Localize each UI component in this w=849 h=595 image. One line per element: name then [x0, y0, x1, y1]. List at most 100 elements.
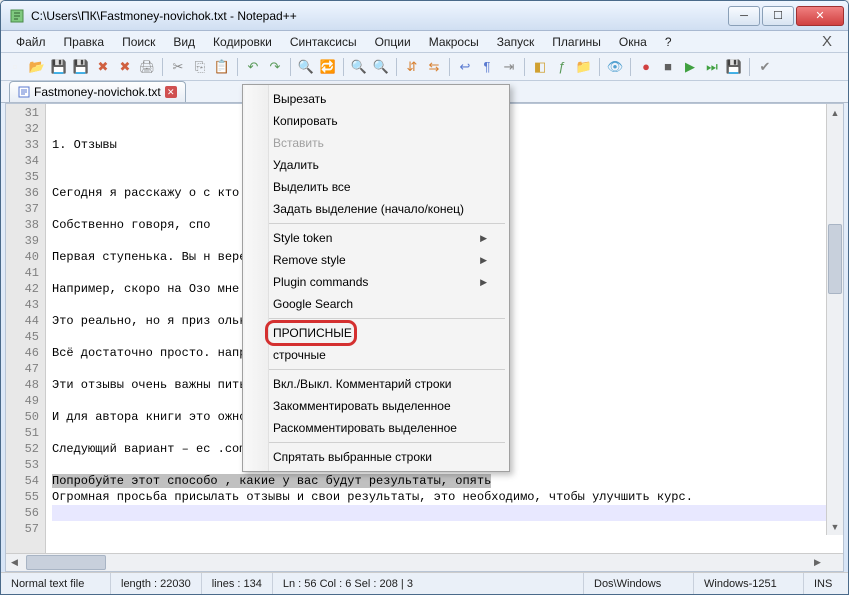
menu-run[interactable]: Запуск — [488, 32, 544, 52]
new-file-icon[interactable]: ▫ — [5, 57, 25, 77]
ctx-строчные[interactable]: строчные — [245, 344, 507, 366]
vertical-scrollbar[interactable]: ▲ ▼ — [826, 104, 843, 535]
ctx-удалить[interactable]: Удалить — [245, 154, 507, 176]
zoom-in-icon[interactable]: 🔍 — [349, 57, 369, 77]
toolbar: ▫📂💾💾✖✖🖨✂⎘📋↶↷🔍🔁🔍🔍⇵⇆↩¶⇥◧ƒ📁👁●■▶⏭💾✔ — [1, 53, 848, 81]
ctx-separator — [247, 223, 505, 224]
minimize-button[interactable]: ─ — [728, 6, 760, 26]
line-number: 35 — [6, 169, 39, 185]
paste-icon[interactable]: 📋 — [212, 57, 232, 77]
zoom-out-icon[interactable]: 🔍 — [371, 57, 391, 77]
ctx-закомментировать-выделенное[interactable]: Закомментировать выделенное — [245, 395, 507, 417]
line-number-gutter: 3132333435363738394041424344454647484950… — [6, 104, 46, 553]
menu-encoding[interactable]: Кодировки — [204, 32, 281, 52]
line-number: 37 — [6, 201, 39, 217]
app-window: C:\Users\ПК\Fastmoney-novichok.txt - Not… — [0, 0, 849, 595]
play-icon[interactable]: ▶ — [680, 57, 700, 77]
maximize-button[interactable]: ☐ — [762, 6, 794, 26]
line-number: 41 — [6, 265, 39, 281]
indent-icon[interactable]: ⇥ — [499, 57, 519, 77]
lang-icon[interactable]: ◧ — [530, 57, 550, 77]
open-file-icon[interactable]: 📂 — [27, 57, 47, 77]
menu-search[interactable]: Поиск — [113, 32, 164, 52]
line-number: 51 — [6, 425, 39, 441]
ctx-вырезать[interactable]: Вырезать — [245, 88, 507, 110]
close-icon[interactable]: ✖ — [93, 57, 113, 77]
cut-icon[interactable]: ✂ — [168, 57, 188, 77]
save-icon[interactable]: 💾 — [49, 57, 69, 77]
print-icon[interactable]: 🖨 — [137, 57, 157, 77]
menu-view[interactable]: Вид — [164, 32, 204, 52]
undo-icon[interactable]: ↶ — [243, 57, 263, 77]
ctx-item-label: Спрятать выбранные строки — [273, 450, 432, 464]
menu-plugins[interactable]: Плагины — [543, 32, 610, 52]
ctx-remove-style[interactable]: Remove style▶ — [245, 249, 507, 271]
menu-settings[interactable]: Опции — [366, 32, 420, 52]
ctx-style-token[interactable]: Style token ▶ — [245, 227, 507, 249]
ctx-item-label: Plugin commands — [273, 275, 368, 289]
line-number: 49 — [6, 393, 39, 409]
ctx-выделить-все[interactable]: Выделить все — [245, 176, 507, 198]
find-icon[interactable]: 🔍 — [296, 57, 316, 77]
copy-icon[interactable]: ⎘ — [190, 57, 210, 77]
menu-window[interactable]: Окна — [610, 32, 656, 52]
line-number: 44 — [6, 313, 39, 329]
close-all-icon[interactable]: ✖ — [115, 57, 135, 77]
spellcheck-icon[interactable]: ✔ — [755, 57, 775, 77]
tab-active[interactable]: Fastmoney-novichok.txt ✕ — [9, 81, 186, 102]
close-window-button[interactable]: ✕ — [796, 6, 844, 26]
horizontal-scrollbar[interactable]: ◀ ▶ — [6, 553, 843, 571]
line-number: 34 — [6, 153, 39, 169]
scroll-left-icon[interactable]: ◀ — [6, 554, 23, 571]
monitor-icon[interactable]: 👁 — [605, 57, 625, 77]
line-number: 36 — [6, 185, 39, 201]
titlebar[interactable]: C:\Users\ПК\Fastmoney-novichok.txt - Not… — [1, 1, 848, 31]
save-macro-icon[interactable]: 💾 — [724, 57, 744, 77]
stop-icon[interactable]: ■ — [658, 57, 678, 77]
code-line[interactable] — [52, 521, 843, 537]
save-all-icon[interactable]: 💾 — [71, 57, 91, 77]
vscroll-thumb[interactable] — [828, 224, 842, 294]
code-line[interactable]: Попробуйте этот способо , какие у вас бу… — [52, 473, 843, 489]
ctx-вкл-выкл-комментарий-строки[interactable]: Вкл./Выкл. Комментарий строки — [245, 373, 507, 395]
ctx-спрятать-выбранные-строки[interactable]: Спрятать выбранные строки — [245, 446, 507, 468]
chevron-right-icon: ▶ — [480, 233, 487, 244]
line-number: 56 — [6, 505, 39, 521]
ctx-item-label: Вкл./Выкл. Комментарий строки — [273, 377, 451, 391]
play-multi-icon[interactable]: ⏭ — [702, 57, 722, 77]
folder-icon[interactable]: 📁 — [574, 57, 594, 77]
sync-v-icon[interactable]: ⇵ — [402, 57, 422, 77]
tab-close-icon[interactable]: ✕ — [165, 86, 177, 98]
line-number: 32 — [6, 121, 39, 137]
scroll-down-icon[interactable]: ▼ — [827, 518, 843, 535]
wrap-icon[interactable]: ↩ — [455, 57, 475, 77]
menu-edit[interactable]: Правка — [55, 32, 114, 52]
window-title: C:\Users\ПК\Fastmoney-novichok.txt - Not… — [31, 9, 728, 23]
line-number: 50 — [6, 409, 39, 425]
ctx-прописные[interactable]: ПРОПИСНЫЕ — [245, 322, 507, 344]
code-line[interactable]: Огромная просьба присылать отзывы и свои… — [52, 489, 843, 505]
replace-icon[interactable]: 🔁 — [318, 57, 338, 77]
all-chars-icon[interactable]: ¶ — [477, 57, 497, 77]
redo-icon[interactable]: ↷ — [265, 57, 285, 77]
ctx-раскомментировать-выделенное[interactable]: Раскомментировать выделенное — [245, 417, 507, 439]
close-doc-button[interactable]: X — [812, 33, 842, 50]
menu-help[interactable]: ? — [656, 32, 681, 52]
ctx-google-search[interactable]: Google Search — [245, 293, 507, 315]
ctx-separator — [247, 442, 505, 443]
sync-h-icon[interactable]: ⇆ — [424, 57, 444, 77]
menu-macro[interactable]: Макросы — [420, 32, 488, 52]
scroll-right-icon[interactable]: ▶ — [809, 554, 826, 571]
hscroll-thumb[interactable] — [26, 555, 106, 570]
ctx-item-label: Style token — [273, 231, 332, 245]
menu-language[interactable]: Синтаксисы — [281, 32, 366, 52]
scroll-up-icon[interactable]: ▲ — [827, 104, 843, 121]
record-icon[interactable]: ● — [636, 57, 656, 77]
status-insert-mode: INS — [804, 573, 848, 594]
func-list-icon[interactable]: ƒ — [552, 57, 572, 77]
ctx-plugin-commands[interactable]: Plugin commands▶ — [245, 271, 507, 293]
ctx-задать-выделение-начало-конец-[interactable]: Задать выделение (начало/конец) — [245, 198, 507, 220]
code-line[interactable] — [52, 505, 843, 521]
ctx-копировать[interactable]: Копировать — [245, 110, 507, 132]
menu-file[interactable]: Файл — [7, 32, 55, 52]
